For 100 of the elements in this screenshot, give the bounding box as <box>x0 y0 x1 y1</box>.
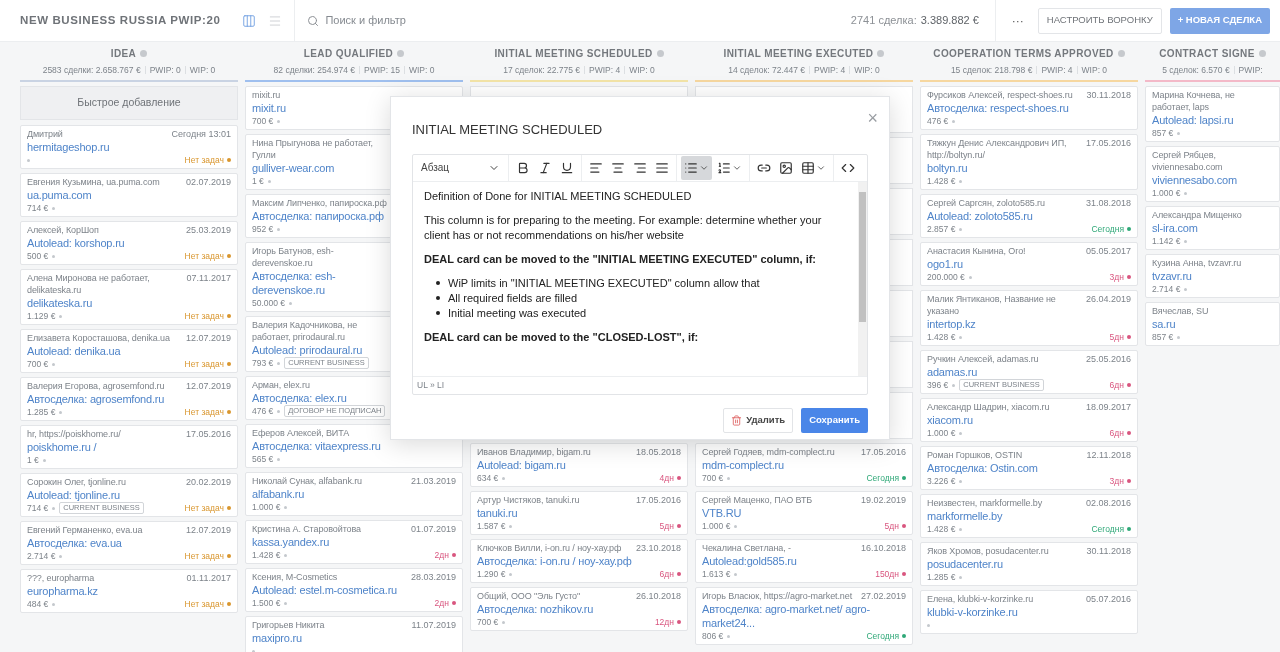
deal-card[interactable]: Валерия Егорова, agrosemfond.ru 12.07.2019 Автосделка: agrosemfond.ru 1.285 € Нет задач <box>20 377 238 421</box>
deal-link[interactable]: ua.puma.com <box>27 188 231 202</box>
deal-card[interactable]: Александра Мищенко sl-ira.com 1.142 € <box>1145 206 1280 250</box>
deal-link[interactable]: Автосделка: nozhikov.ru <box>477 602 681 616</box>
bullet-list-button[interactable] <box>681 155 712 180</box>
deal-link[interactable]: Автосделка: eva.ua <box>27 536 231 550</box>
search-field[interactable]: Поиск и фильтр <box>325 12 626 29</box>
deal-card[interactable]: Николай Сунак, alfabank.ru 21.03.2019 alfabank.ru 1.000 € <box>245 472 463 516</box>
deal-card[interactable]: Кузина Анна, tvzavr.ru tvzavr.ru 2.714 € <box>1145 254 1280 298</box>
deal-card[interactable]: Кристина А. Старовойтова 01.07.2019 kassa.yandex.ru 1.428 € 2дн <box>245 520 463 564</box>
deal-link[interactable]: klubki-v-korzinke.ru <box>927 605 1131 619</box>
quick-add-button[interactable]: Быстрое добавление <box>20 86 238 120</box>
deal-card[interactable]: Ксения, M-Cosmetics 28.03.2019 Autolead: estel.m-cosmetica.ru 1.500 € 2дн <box>245 568 463 612</box>
deal-link[interactable]: posudacenter.ru <box>927 557 1131 571</box>
status-text: 5дн <box>659 520 674 532</box>
more-button[interactable]: ··· <box>1005 11 1030 30</box>
deal-link[interactable]: VTB.RU <box>702 506 906 520</box>
deal-card[interactable]: Александр Шадрин, xiacom.ru 18.09.2017 xiacom.ru 1.000 € 6дн <box>920 398 1138 442</box>
deal-card[interactable]: Роман Горшков, OSTIN 12.11.2018 Автосделка: Ostin.com 3.226 € 3дн <box>920 446 1138 490</box>
deal-link[interactable]: xiacom.ru <box>927 413 1131 427</box>
deal-link[interactable]: gulliver-wear.com <box>252 161 390 175</box>
deal-link[interactable]: Автосделка: respect-shoes.ru <box>927 101 1131 115</box>
deal-link[interactable]: Автосделка: esh-derevenskoe.ru <box>252 269 390 297</box>
deal-link[interactable]: Автосделка: i-on.ru / ноу-хау.рф <box>477 554 681 568</box>
deal-card[interactable]: Малик Янтиканов, Название не указано 26.04.2019 intertop.kz 1.428 € 5дн <box>920 290 1138 346</box>
scrollbar-thumb[interactable] <box>859 191 866 322</box>
deal-link[interactable]: maxipro.ru <box>252 631 456 645</box>
deal-link[interactable]: Автосделка: vitaexpress.ru <box>252 439 390 453</box>
deal-card[interactable]: Алена Миронова не работает, delikateska.ru 07.11.2017 delikateska.ru 1.129 € Нет задач <box>20 269 238 325</box>
deal-link[interactable]: adamas.ru <box>927 365 1131 379</box>
column-stat: WIP: 0 <box>1081 64 1108 77</box>
deal-link[interactable]: viviennesabo.com <box>1152 173 1273 187</box>
deal-link[interactable]: Autolead: prirodaural.ru <box>252 343 390 357</box>
deal-card[interactable]: Сергей Рябцев, viviennesabo.com viviennesabo.com 1.000 € <box>1145 146 1280 202</box>
deal-link[interactable]: sa.ru <box>1152 317 1273 331</box>
deal-link[interactable]: mixit.ru <box>252 101 390 115</box>
configure-funnel-button[interactable]: НАСТРОИТЬ ВОРОНКУ <box>1037 7 1162 34</box>
deal-card[interactable]: ???, europharma 01.11.2017 europharma.kz 484 € Нет задач <box>20 569 238 613</box>
deal-card[interactable]: Евгений Германенко, eva.ua 12.07.2019 Автосделка: eva.ua 2.714 € Нет задач <box>20 521 238 565</box>
deal-card[interactable]: Алексей, КорШоп 25.03.2019 Autolead: korshop.ru 500 € Нет задач <box>20 221 238 265</box>
deal-card[interactable]: Тяжкун Денис Александрович ИП, http://boltyn.ru/ 17.05.2016 boltyn.ru 1.428 € <box>920 134 1138 190</box>
deal-link[interactable]: sl-ira.com <box>1152 221 1273 235</box>
deal-card[interactable]: hr, https://poiskhome.ru/ 17.05.2016 poiskhome.ru / 1 € <box>20 425 238 469</box>
deal-card[interactable]: Григорьев Никита 11.07.2019 maxipro.ru <box>245 616 463 652</box>
deal-link[interactable]: boltyn.ru <box>927 161 1131 175</box>
format-select[interactable]: Абзац <box>413 154 509 181</box>
delete-button[interactable]: Удалить <box>723 407 794 433</box>
deal-card[interactable]: Дмитрий Сегодня 13:01 hermitageshop.ru Нет задач <box>20 125 238 169</box>
deal-card[interactable]: Сергей Годяев, mdm-complect.ru 17.05.2016 mdm-complect.ru 700 € Сегодня <box>695 443 913 487</box>
deal-link[interactable]: Автосделка: Ostin.com <box>927 461 1131 475</box>
deal-card[interactable]: Сергей Саргсян, zoloto585.ru 31.08.2018 Autolead: zoloto585.ru 2.857 € Сегодня <box>920 194 1138 238</box>
contact-text: Евгения Кузьмина, ua.puma.com <box>27 176 160 188</box>
status-text: Нет задач <box>184 550 224 562</box>
deal-link[interactable]: Автосделка: elex.ru <box>252 391 390 405</box>
deal-card[interactable]: Вячеслав, SU sa.ru 857 € <box>1145 302 1280 346</box>
contact-text: Дмитрий <box>27 128 63 140</box>
deal-link[interactable]: markformelle.by <box>927 509 1131 523</box>
deal-link[interactable]: poiskhome.ru / <box>27 440 231 454</box>
deal-card[interactable]: Общий, ООО "Эль Густо" 26.10.2018 Автосделка: nozhikov.ru 700 € 12дн <box>470 587 688 631</box>
deal-card[interactable]: Яков Хромов, posudacenter.ru 30.11.2018 posudacenter.ru 1.285 € <box>920 542 1138 586</box>
deal-card[interactable]: Фурсиков Алексей, respect-shoes.ru 30.11.2018 Автосделка: respect-shoes.ru 476 € <box>920 86 1138 130</box>
deal-link[interactable]: Autolead: zoloto585.ru <box>927 209 1131 223</box>
deal-card[interactable]: Иванов Владимир, bigam.ru 18.05.2018 Autolead: bigam.ru 634 € 4дн <box>470 443 688 487</box>
deal-link[interactable]: Автосделка: agro-market.net/ agro-market24... <box>702 602 906 630</box>
deal-card[interactable]: Елена, klubki-v-korzinke.ru 05.07.2016 klubki-v-korzinke.ru <box>920 590 1138 634</box>
deal-link[interactable]: Autolead: korshop.ru <box>27 236 231 250</box>
deal-link[interactable]: Autolead: lapsi.ru <box>1152 113 1273 127</box>
new-deal-button[interactable]: + НОВАЯ СДЕЛКА <box>1169 7 1270 34</box>
deal-link[interactable]: Autolead:gold585.ru <box>702 554 906 568</box>
deal-card[interactable]: Ключков Вилли, i-on.ru / ноу-хау.рф 23.10.2018 Автосделка: i-on.ru / ноу-хау.рф 1.290 € 6дн <box>470 539 688 583</box>
deal-link[interactable]: tanuki.ru <box>477 506 681 520</box>
close-button[interactable]: × <box>867 109 878 127</box>
deal-card[interactable]: Анастасия Кынина, Ого! 05.05.2017 ogo1.ru 200.000 € 3дн <box>920 242 1138 286</box>
deal-link[interactable]: hermitageshop.ru <box>27 140 231 154</box>
deal-link[interactable]: Autolead: bigam.ru <box>477 458 681 472</box>
scrollbar[interactable] <box>858 181 867 376</box>
deal-link[interactable]: intertop.kz <box>927 317 1131 331</box>
deal-link[interactable]: alfabank.ru <box>252 487 456 501</box>
date-text: Сегодня 13:01 <box>171 128 231 140</box>
deal-card[interactable]: Марина Кочнева, не работает, laps Autolead: lapsi.ru 857 € <box>1145 86 1280 142</box>
deal-link[interactable]: Автосделка: папироска.рф <box>252 209 390 223</box>
deal-link[interactable]: delikateska.ru <box>27 296 231 310</box>
deal-link[interactable]: mdm-complect.ru <box>702 458 906 472</box>
deal-link[interactable]: Автосделка: agrosemfond.ru <box>27 392 231 406</box>
deal-link[interactable]: tvzavr.ru <box>1152 269 1273 283</box>
date-text: 30.11.2018 <box>1086 545 1131 557</box>
deal-link[interactable]: Autolead: tjonline.ru <box>27 488 231 502</box>
deal-card[interactable]: Сергей Маценко, ПАО ВТБ 19.02.2019 VTB.RU 1.000 € 5дн <box>695 491 913 535</box>
deal-card[interactable]: Игорь Власюк, https://agro-market.net 27.02.2019 Автосделка: agro-market.net/ agro-market24... 806 € Сегодня <box>695 587 913 645</box>
deal-card[interactable]: Чекалина Светлана, - 16.10.2018 Autolead:gold585.ru 1.613 € 150дн <box>695 539 913 583</box>
save-button[interactable]: Сохранить <box>801 407 868 433</box>
deal-link[interactable]: kassa.yandex.ru <box>252 535 456 549</box>
deal-link[interactable]: ogo1.ru <box>927 257 1131 271</box>
deal-card[interactable]: Елизавета Коросташова, denika.ua 12.07.2019 Autolead: denika.ua 700 € Нет задач <box>20 329 238 373</box>
deal-link[interactable]: Autolead: estel.m-cosmetica.ru <box>252 583 456 597</box>
deal-card[interactable]: Неизвестен, markformelle.by 02.08.2016 markformelle.by 1.428 € Сегодня <box>920 494 1138 538</box>
deal-card[interactable]: Артур Чистяков, tanuki.ru 17.05.2016 tanuki.ru 1.587 € 5дн <box>470 491 688 535</box>
deal-link[interactable]: Autolead: denika.ua <box>27 344 231 358</box>
deal-card[interactable]: Евгения Кузьмина, ua.puma.com 02.07.2019 ua.puma.com 714 € <box>20 173 238 217</box>
deal-link[interactable]: europharma.kz <box>27 584 231 598</box>
